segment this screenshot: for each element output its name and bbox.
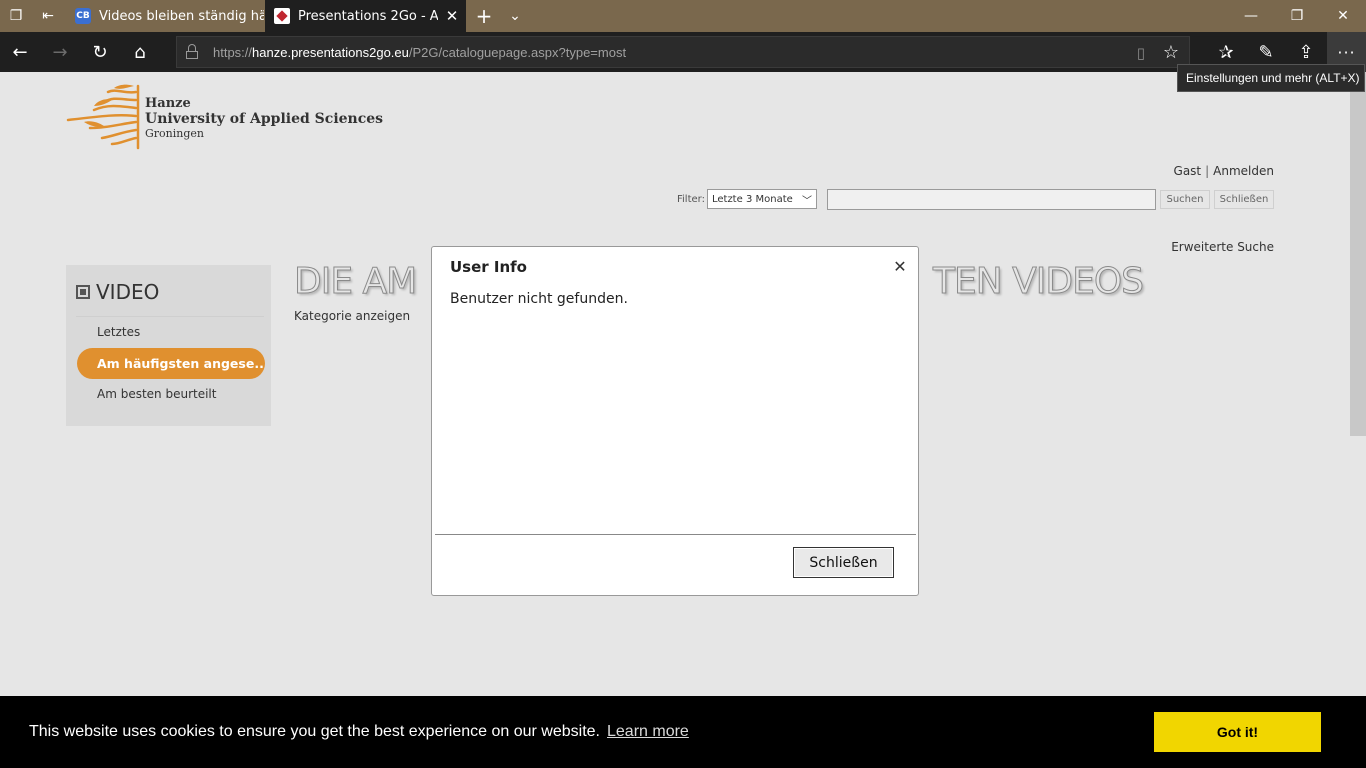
show-category-link[interactable]: Kategorie anzeigen [294, 309, 410, 323]
cookie-banner: This website uses cookies to ensure you … [0, 696, 1366, 768]
filter-value: Letzte 3 Monate [711, 193, 793, 205]
logo-line-university: University of Applied Sciences [145, 111, 384, 127]
set-aside-tabs-icon[interactable]: ⇤ [32, 0, 64, 32]
presentations2go-favicon-icon [274, 8, 290, 24]
page-title-left: DIE AM [293, 261, 417, 303]
sidebar-item-most-viewed[interactable]: Am häufigsten angese... [77, 348, 265, 379]
tab-videos[interactable]: CB Videos bleiben ständig häng [66, 0, 264, 32]
sidebar-item-latest[interactable]: Letztes [97, 325, 140, 339]
login-link[interactable]: Anmelden [1213, 164, 1274, 178]
hanze-emblem-icon [66, 84, 140, 150]
tab-list-chevron-icon[interactable]: ⌄ [499, 0, 531, 32]
address-bar[interactable]: https://hanze.presentations2go.eu/P2G/ca… [176, 36, 1190, 68]
page-scrollbar[interactable] [1350, 72, 1366, 436]
sidebar-title: VIDEO [76, 280, 159, 304]
minimize-icon[interactable]: — [1228, 0, 1274, 32]
tab-close-icon[interactable]: ✕ [438, 7, 466, 25]
learn-more-link[interactable]: Learn more [607, 723, 689, 741]
search-input[interactable] [827, 189, 1156, 210]
user-status: Gast | Anmelden [1174, 164, 1274, 178]
separator: | [1205, 164, 1210, 178]
browser-nav-bar: ← → ↻ ⌂ https://hanze.presentations2go.e… [0, 32, 1366, 72]
hanze-logo[interactable]: Hanze University of Applied Sciences Gro… [64, 82, 383, 152]
chevron-down-icon: ﹀ [801, 196, 812, 207]
close-icon[interactable]: ✕ [890, 256, 910, 276]
filter-select[interactable]: Letzte 3 Monate ﹀ [706, 189, 817, 209]
sidebar-title-text: VIDEO [96, 280, 160, 304]
guest-label: Gast [1173, 164, 1202, 178]
reading-view-icon[interactable]: ▯ [1137, 44, 1145, 62]
dialog-message: Benutzer nicht gefunden. [450, 291, 628, 307]
restore-icon[interactable]: ❐ [1274, 0, 1320, 32]
window-close-icon[interactable]: ✕ [1320, 0, 1366, 32]
tab-actions-icon[interactable]: ❐ [0, 0, 32, 32]
dialog-close-button[interactable]: Schließen [793, 547, 894, 578]
back-arrow-icon[interactable]: ← [0, 32, 40, 72]
page-title-right: TEN VIDEOS [932, 261, 1144, 303]
film-icon [76, 285, 90, 299]
forward-arrow-icon[interactable]: → [40, 32, 80, 72]
new-tab-icon[interactable]: + [468, 0, 500, 32]
tooltip: Einstellungen und mehr (ALT+X) [1177, 64, 1365, 92]
tab-presentations2go[interactable]: Presentations 2Go - Am ✕ [265, 0, 466, 32]
favorite-star-icon[interactable]: ☆ [1163, 42, 1179, 63]
video-sidebar: VIDEO Letztes Am häufigsten angese... Am… [66, 265, 271, 426]
lock-icon [185, 44, 199, 60]
cookie-accept-button[interactable]: Got it! [1154, 712, 1321, 752]
sidebar-item-best-rated[interactable]: Am besten beurteilt [97, 387, 216, 401]
close-search-button[interactable]: Schließen [1214, 190, 1274, 209]
filter-label: Filter: [677, 193, 705, 205]
url-text: https://hanze.presentations2go.eu/P2G/ca… [213, 45, 627, 60]
logo-line-groningen: Groningen [145, 127, 204, 140]
search-button[interactable]: Suchen [1160, 190, 1210, 209]
tab-title: Videos bleiben ständig häng [99, 8, 264, 24]
refresh-icon[interactable]: ↻ [80, 32, 120, 72]
cookie-message: This website uses cookies to ensure you … [29, 723, 600, 740]
filter-row: Filter: Letzte 3 Monate ﹀ [677, 189, 817, 209]
dialog-divider [435, 534, 916, 535]
logo-line-hanze: Hanze [145, 96, 191, 111]
home-icon[interactable]: ⌂ [120, 32, 160, 72]
divider [76, 316, 264, 317]
browser-tab-bar: ❐ ⇤ CB Videos bleiben ständig häng Prese… [0, 0, 1366, 32]
advanced-search-link[interactable]: Erweiterte Suche [1171, 240, 1274, 254]
tab-title: Presentations 2Go - Am [298, 8, 438, 24]
user-info-dialog: User Info ✕ Benutzer nicht gefunden. Sch… [431, 246, 919, 596]
cb-favicon-icon: CB [75, 8, 91, 24]
dialog-title: User Info [450, 258, 527, 276]
